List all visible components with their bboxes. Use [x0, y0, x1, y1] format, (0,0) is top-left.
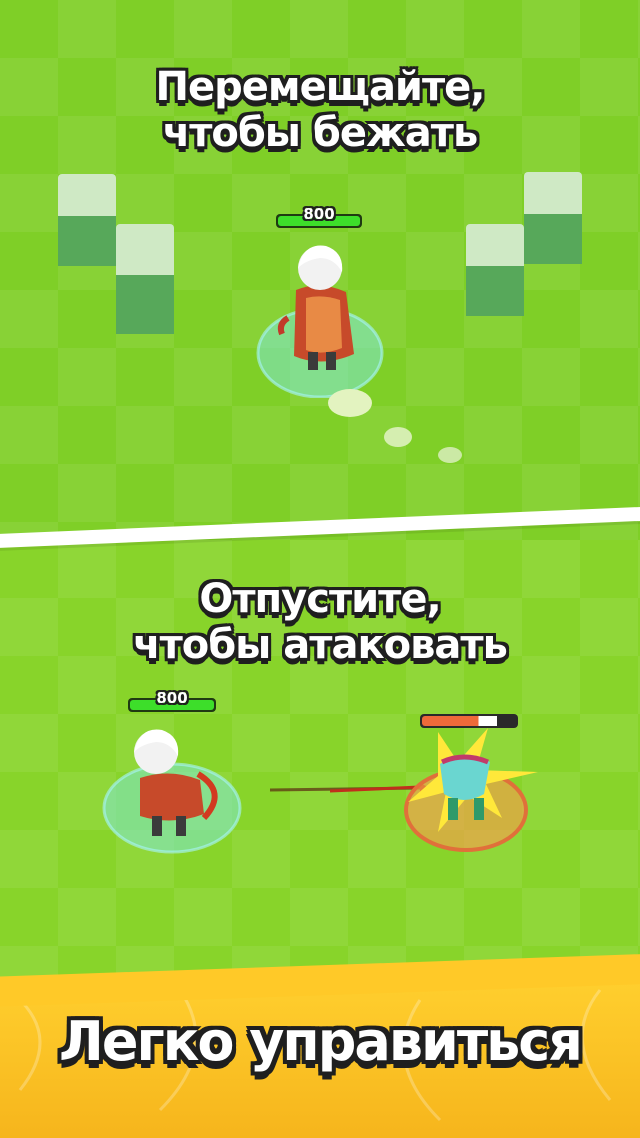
dust-trail	[328, 389, 462, 463]
hero-health-bar: 800	[128, 689, 216, 712]
hero-archer-shooting	[102, 729, 242, 854]
run-caption: Перемещайте, чтобы бежать	[0, 64, 640, 156]
stone-block	[524, 172, 582, 264]
attack-caption: Отпустите, чтобы атаковать	[0, 576, 640, 668]
stone-block	[116, 224, 174, 334]
attack-caption-line2: чтобы атаковать	[133, 622, 508, 668]
attack-caption-line1: Отпустите,	[199, 576, 441, 622]
run-caption-line2: чтобы бежать	[162, 110, 478, 156]
run-caption-line1: Перемещайте,	[155, 64, 486, 110]
hero-health-bar: 800	[276, 205, 362, 228]
enemy-plant-monster	[404, 728, 538, 852]
hero-health-value: 800	[303, 205, 335, 223]
stone-block	[466, 224, 524, 316]
footer-title: Легко управиться	[59, 1010, 583, 1073]
hero-archer-running	[256, 245, 384, 398]
hero-health-value: 800	[156, 689, 188, 707]
stone-block	[58, 174, 116, 266]
